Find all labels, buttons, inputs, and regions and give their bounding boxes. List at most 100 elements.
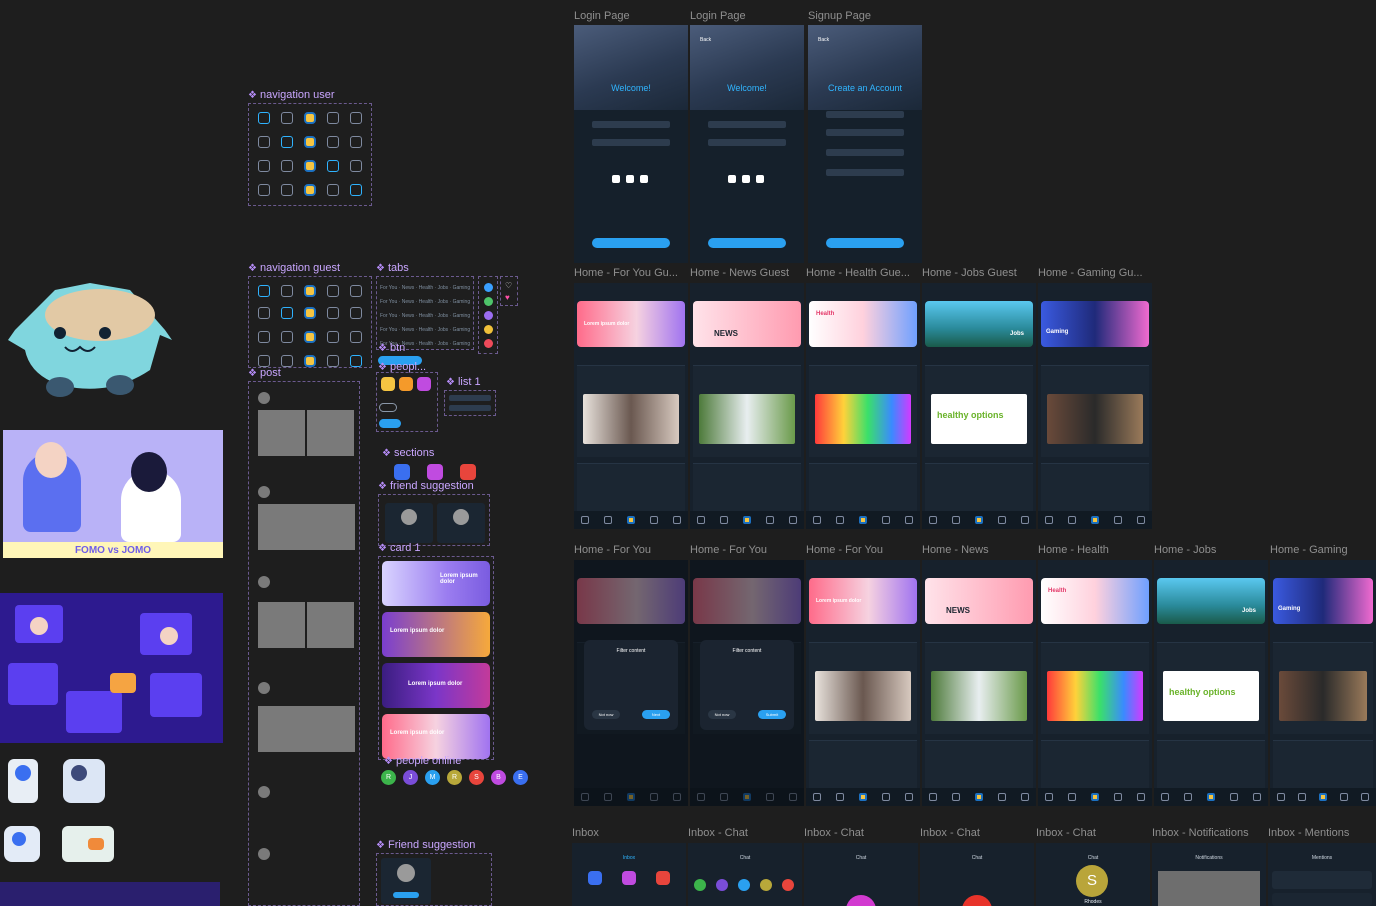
- online-avatar[interactable]: E: [513, 770, 528, 785]
- home-screen[interactable]: Lorem ipsum dolor: [806, 560, 920, 806]
- feed-post[interactable]: [809, 365, 917, 457]
- people-online-label[interactable]: ❖ people online: [384, 755, 461, 767]
- email-field[interactable]: [708, 121, 786, 128]
- friend-suggestion-2-frame[interactable]: [376, 853, 492, 906]
- nav-row: [253, 180, 367, 200]
- not-now-button[interactable]: Not now: [592, 710, 620, 719]
- hero-banner[interactable]: [693, 301, 801, 347]
- nav-row: [253, 132, 367, 152]
- content-card[interactable]: Lorem ipsum dolor: [382, 663, 490, 708]
- post-label[interactable]: ❖ post: [248, 367, 281, 379]
- online-avatar[interactable]: M: [425, 770, 440, 785]
- login-screen[interactable]: Welcome!: [574, 25, 688, 263]
- online-avatar[interactable]: R: [381, 770, 396, 785]
- name-field[interactable]: [826, 111, 904, 118]
- home-screen[interactable]: NEWS: [690, 283, 804, 529]
- online-avatar[interactable]: S: [469, 770, 484, 785]
- content-card[interactable]: Lorem ipsum dolor: [382, 612, 490, 657]
- password-field[interactable]: [708, 139, 786, 146]
- navigation-user-frame[interactable]: [248, 103, 372, 206]
- home-screen[interactable]: Health: [806, 283, 920, 529]
- signup-button[interactable]: [826, 238, 904, 248]
- twitter-icon[interactable]: [756, 175, 764, 183]
- hero-banner[interactable]: [925, 301, 1033, 347]
- content-card[interactable]: Lorem ipsum dolor: [382, 561, 490, 606]
- home-screen[interactable]: Jobs healthy options: [922, 283, 1036, 529]
- friend-suggestion-2-label[interactable]: ❖ Friend suggestion: [376, 839, 475, 851]
- nav-row: [253, 156, 367, 176]
- online-avatar[interactable]: R: [447, 770, 462, 785]
- inbox-screen[interactable]: Inbox: [572, 843, 686, 906]
- not-now-button[interactable]: Not now: [708, 710, 736, 719]
- feed-post[interactable]: healthy options: [925, 365, 1033, 457]
- home-screen[interactable]: NEWS: [922, 560, 1036, 806]
- back-button[interactable]: Back: [700, 37, 711, 43]
- heart-outline-icon[interactable]: ♡: [505, 281, 512, 290]
- mentions-screen[interactable]: Mentions: [1268, 843, 1376, 906]
- reaction-strip[interactable]: ♡ ♥: [500, 276, 518, 306]
- navigation-guest-frame[interactable]: [248, 276, 372, 368]
- login-screen[interactable]: Back Welcome!: [690, 25, 804, 263]
- chat-screen[interactable]: Chat: [688, 843, 802, 906]
- home-screen[interactable]: Jobs healthy options: [1154, 560, 1268, 806]
- people-frame[interactable]: [376, 372, 438, 432]
- chat-screen[interactable]: Chat: [920, 843, 1034, 906]
- back-button[interactable]: Back: [818, 37, 829, 43]
- navigation-guest-label[interactable]: ❖ navigation guest: [248, 262, 340, 274]
- sections-label[interactable]: ❖ sections: [382, 447, 434, 459]
- twitter-icon[interactable]: [640, 175, 648, 183]
- section-icon-mentions[interactable]: [460, 464, 476, 480]
- frame-label: Home - Gaming: [1270, 544, 1348, 556]
- content-card[interactable]: Lorem ipsum dolor: [382, 714, 490, 759]
- google-icon[interactable]: [742, 175, 750, 183]
- list-label[interactable]: ❖ list 1: [446, 376, 481, 388]
- facebook-icon[interactable]: [612, 175, 620, 183]
- feed-post[interactable]: [693, 365, 801, 457]
- home-screen-filter[interactable]: Filter content Not now Submit: [690, 560, 804, 806]
- confirm-password-field[interactable]: [826, 169, 904, 176]
- email-field[interactable]: [826, 129, 904, 136]
- online-avatar[interactable]: J: [403, 770, 418, 785]
- hero-banner[interactable]: [1041, 301, 1149, 347]
- frame-label: Inbox - Chat: [920, 827, 980, 839]
- filter-modal[interactable]: Filter content Not now Submit: [700, 640, 794, 730]
- nav-row: [253, 327, 367, 347]
- tabs-frame[interactable]: For You · News · Health · Jobs · Gaming …: [376, 276, 474, 350]
- tabs-label[interactable]: ❖ tabs: [376, 262, 409, 274]
- home-screen[interactable]: Gaming: [1270, 560, 1376, 806]
- navigation-user-label[interactable]: ❖ navigation user: [248, 89, 335, 101]
- filter-modal[interactable]: Filter content Not now Next: [584, 640, 678, 730]
- friend-suggestion-label[interactable]: ❖ friend suggestion: [378, 480, 474, 492]
- list-frame[interactable]: [444, 390, 496, 416]
- home-screen[interactable]: Health: [1038, 560, 1152, 806]
- friend-suggestion-frame[interactable]: [378, 494, 490, 546]
- facebook-icon[interactable]: [728, 175, 736, 183]
- hero-banner[interactable]: [809, 301, 917, 347]
- google-icon[interactable]: [626, 175, 634, 183]
- heart-filled-icon[interactable]: ♥: [505, 293, 510, 302]
- chat-screen[interactable]: Chat S Rhodes: [1036, 843, 1150, 906]
- chat-screen[interactable]: Chat: [804, 843, 918, 906]
- password-field[interactable]: [592, 139, 670, 146]
- section-icon-notifications[interactable]: [427, 464, 443, 480]
- home-screen[interactable]: Gaming: [1038, 283, 1152, 529]
- online-avatar[interactable]: B: [491, 770, 506, 785]
- next-button[interactable]: Next: [642, 710, 670, 719]
- icon-strip[interactable]: [478, 276, 498, 354]
- login-button[interactable]: [592, 238, 670, 248]
- feed-post[interactable]: [1041, 365, 1149, 457]
- post-card: [255, 846, 360, 892]
- password-field[interactable]: [826, 149, 904, 156]
- submit-button[interactable]: Submit: [758, 710, 786, 719]
- home-screen-filter[interactable]: Filter content Not now Next: [574, 560, 688, 806]
- section-icon-inbox[interactable]: [394, 464, 410, 480]
- feed-post[interactable]: [577, 365, 685, 457]
- signup-screen[interactable]: Back Create an Account: [808, 25, 922, 263]
- card-label[interactable]: ❖ card 1: [378, 542, 421, 554]
- home-screen[interactable]: Lorem ipsum dolor: [574, 283, 688, 529]
- btn-label[interactable]: ❖ btn: [378, 342, 405, 354]
- email-field[interactable]: [592, 121, 670, 128]
- notifications-screen[interactable]: Notifications: [1152, 843, 1266, 906]
- frame-label: Home - News Guest: [690, 267, 790, 279]
- login-button[interactable]: [708, 238, 786, 248]
